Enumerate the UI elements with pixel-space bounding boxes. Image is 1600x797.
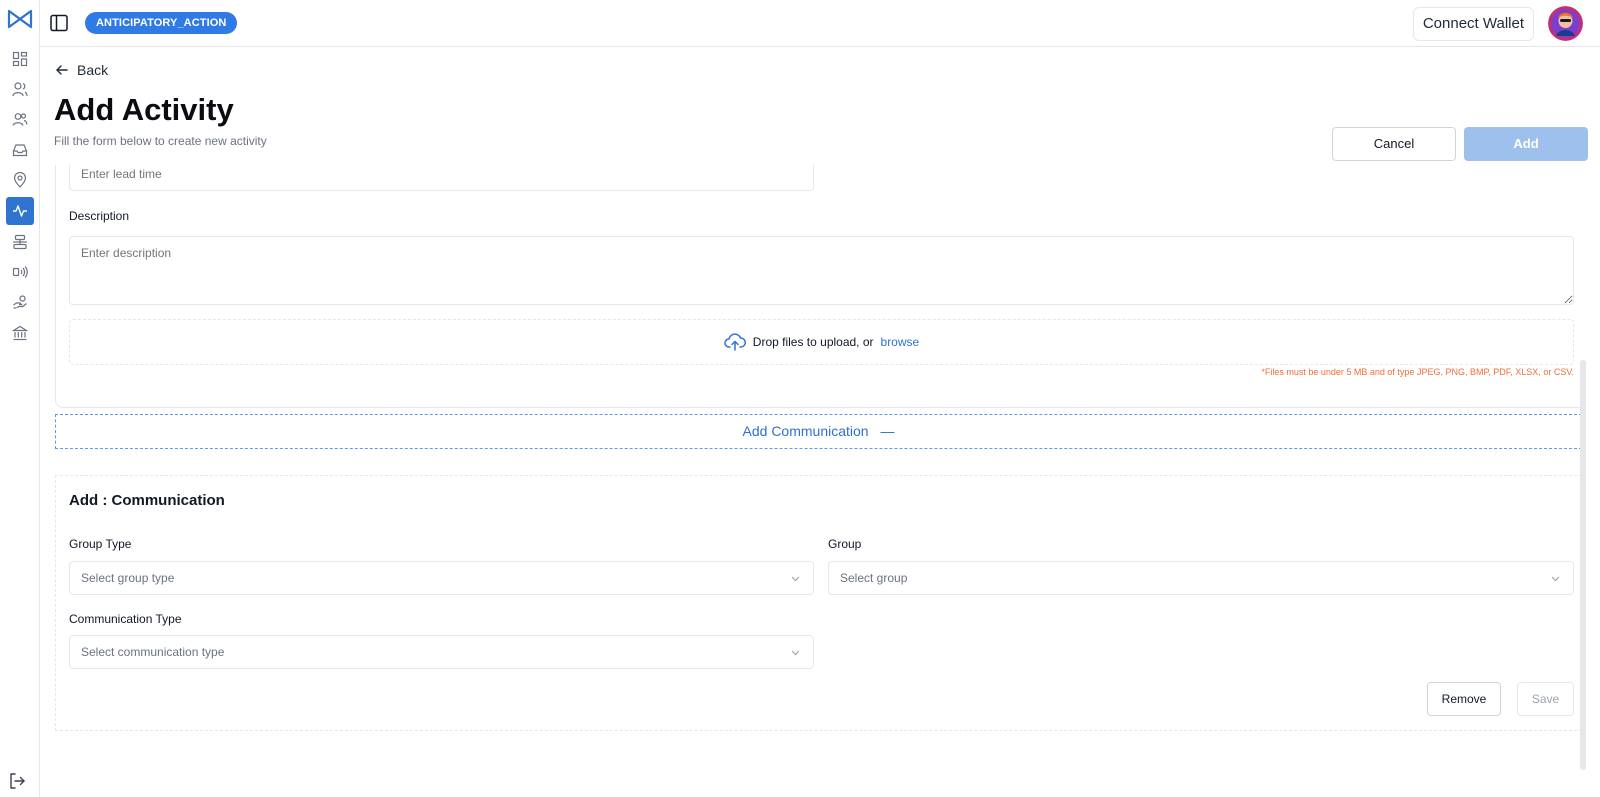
add-communication-toggle[interactable]: Add Communication —: [55, 414, 1582, 449]
page-subtitle: Fill the form below to create new activi…: [54, 134, 267, 148]
chevron-down-icon: [791, 650, 800, 656]
group-placeholder: Select group: [840, 571, 908, 585]
broadcast-icon: [12, 266, 28, 278]
scrollbar[interactable]: [1580, 360, 1586, 770]
save-button[interactable]: Save: [1517, 682, 1574, 716]
communication-type-select[interactable]: Select communication type: [69, 635, 814, 669]
group-select[interactable]: Select group: [828, 561, 1574, 595]
bank-icon: [12, 325, 28, 341]
layers-icon: [13, 234, 27, 250]
sidebar-item-users[interactable]: [6, 105, 34, 133]
communication-type-label: Communication Type: [69, 612, 182, 626]
sidebar-item-communications[interactable]: [6, 258, 34, 286]
sidebar-item-locations[interactable]: [6, 166, 34, 194]
communication-type-placeholder: Select communication type: [81, 645, 225, 659]
sidebar-item-dashboard[interactable]: [6, 45, 34, 73]
upload-text: Drop files to upload, or: [752, 335, 874, 349]
avatar[interactable]: [1548, 6, 1583, 41]
activity-icon: [13, 205, 27, 217]
dashboard-icon: [12, 51, 28, 67]
group-type-placeholder: Select group type: [81, 571, 175, 585]
top-bar: ANTICIPATORY_ACTION Connect Wallet: [40, 0, 1600, 47]
chevron-down-icon: [1551, 576, 1560, 582]
form-scroll-area[interactable]: Description Drop files to upload, or bro…: [40, 165, 1584, 797]
connect-wallet-button[interactable]: Connect Wallet: [1412, 7, 1534, 41]
description-textarea[interactable]: [69, 236, 1574, 305]
sidebar-item-groups[interactable]: [6, 228, 34, 256]
arrow-left-icon: [56, 65, 68, 75]
back-link[interactable]: Back: [55, 62, 108, 78]
cloud-upload-icon: [724, 333, 746, 351]
avatar-image: [1548, 6, 1583, 41]
file-dropzone[interactable]: Drop files to upload, or browse: [69, 319, 1574, 365]
file-requirements-note: *Files must be under 5 MB and of type JP…: [1261, 367, 1574, 377]
description-label: Description: [69, 209, 130, 223]
app-logo-icon[interactable]: [7, 8, 33, 30]
beneficiaries-icon: [12, 82, 28, 97]
hand-coins-icon: [13, 295, 27, 309]
inbox-icon: [12, 144, 28, 157]
back-label: Back: [77, 62, 109, 78]
sidebar-item-beneficiaries[interactable]: [6, 75, 34, 103]
communication-card: [55, 475, 1582, 731]
lead-time-input[interactable]: [69, 165, 814, 191]
sidebar-toggle-icon[interactable]: [49, 13, 69, 33]
sidebar-item-activities[interactable]: [6, 197, 34, 225]
collapse-icon: —: [880, 423, 895, 439]
group-label: Group: [828, 537, 862, 551]
chevron-down-icon: [791, 576, 800, 582]
group-type-label: Group Type: [69, 537, 132, 551]
add-button[interactable]: Add: [1464, 127, 1588, 161]
group-type-select[interactable]: Select group type: [69, 561, 814, 595]
location-pin-icon: [13, 172, 27, 188]
users-icon: [12, 113, 28, 126]
sidebar: [0, 0, 40, 797]
sidebar-item-vendors[interactable]: [6, 319, 34, 347]
cancel-button[interactable]: Cancel: [1332, 127, 1456, 161]
project-badge[interactable]: ANTICIPATORY_ACTION: [85, 12, 238, 34]
browse-link[interactable]: browse: [881, 335, 920, 349]
sidebar-item-inbox[interactable]: [6, 136, 34, 164]
communication-section-title: Add : Communication: [69, 492, 225, 509]
add-communication-label: Add Communication: [742, 423, 869, 439]
page-title: Add Activity: [54, 92, 234, 127]
sidebar-item-payouts[interactable]: [6, 288, 34, 316]
remove-button[interactable]: Remove: [1427, 682, 1501, 716]
logout-icon[interactable]: [8, 772, 26, 790]
